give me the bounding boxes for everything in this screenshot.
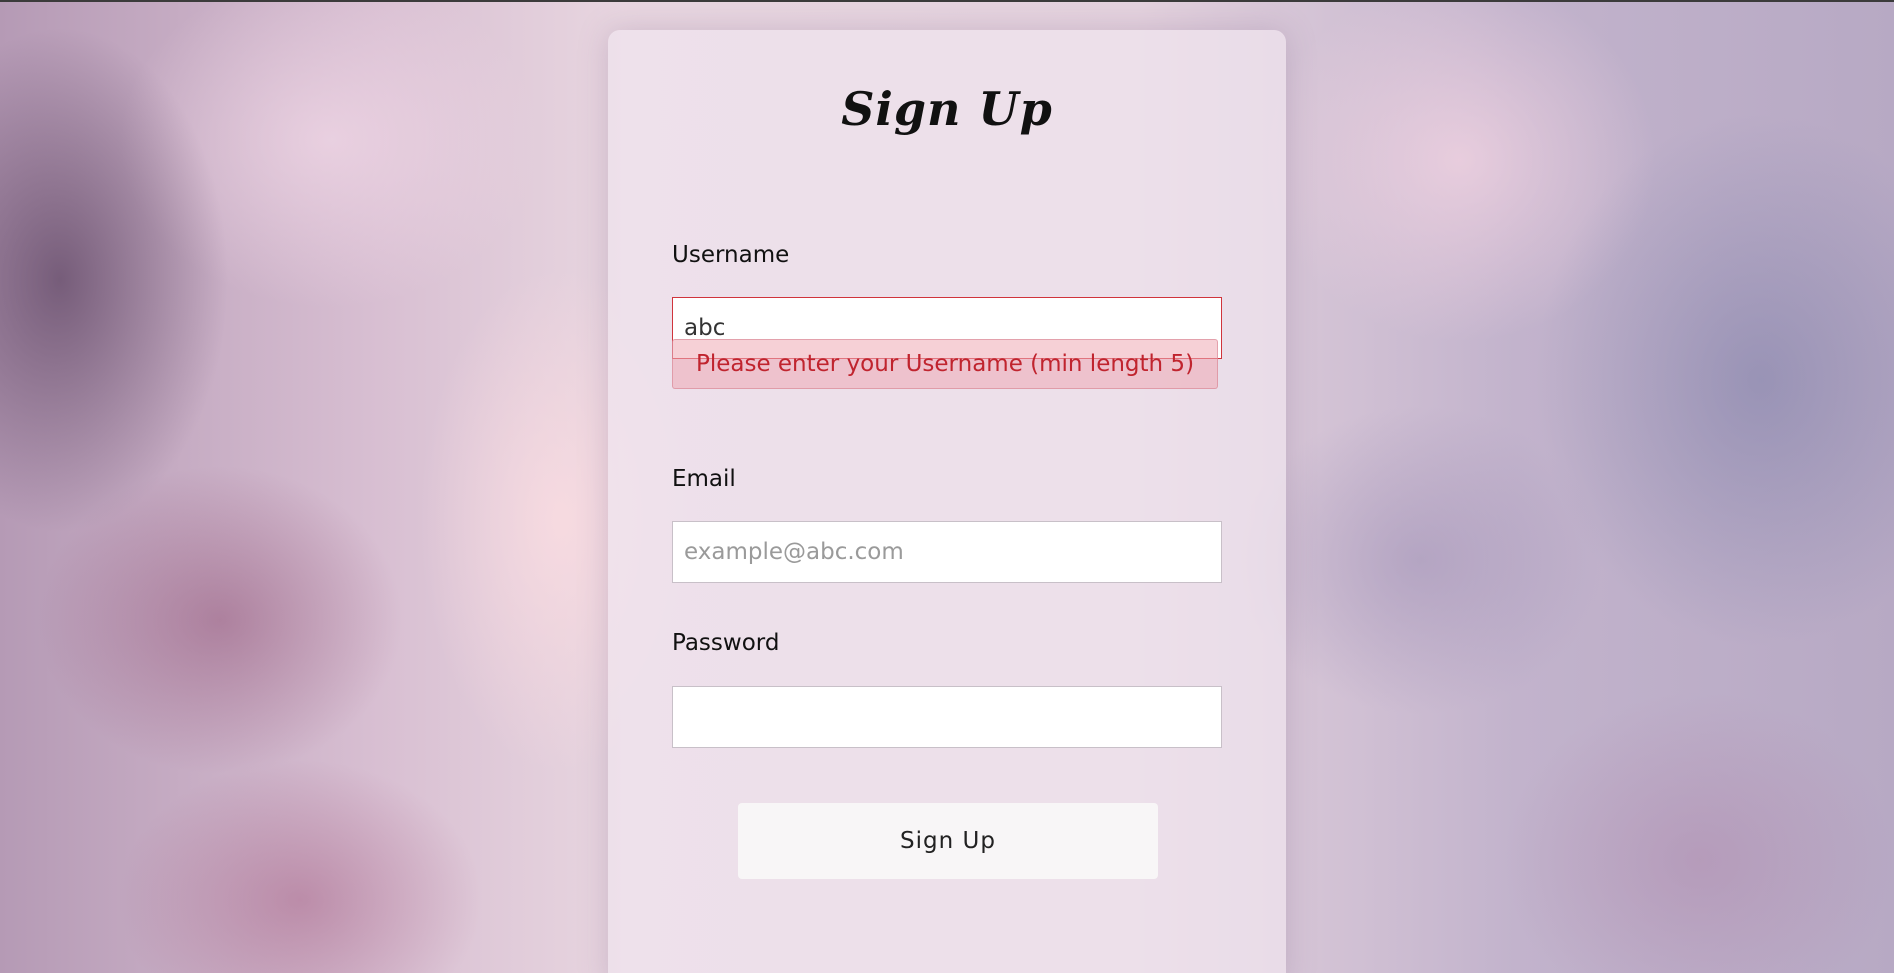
signup-button[interactable]: Sign Up: [738, 803, 1158, 879]
form-title: Sign Up: [841, 82, 1053, 136]
password-input[interactable]: [672, 686, 1222, 748]
password-label: Password: [672, 630, 780, 656]
window-top-border: [0, 0, 1894, 2]
email-label: Email: [672, 466, 736, 492]
username-label: Username: [672, 242, 790, 268]
signup-card: Sign Up Username Please enter your Usern…: [608, 30, 1286, 973]
email-input[interactable]: [672, 521, 1222, 583]
username-error-message: Please enter your Username (min length 5…: [672, 339, 1218, 389]
